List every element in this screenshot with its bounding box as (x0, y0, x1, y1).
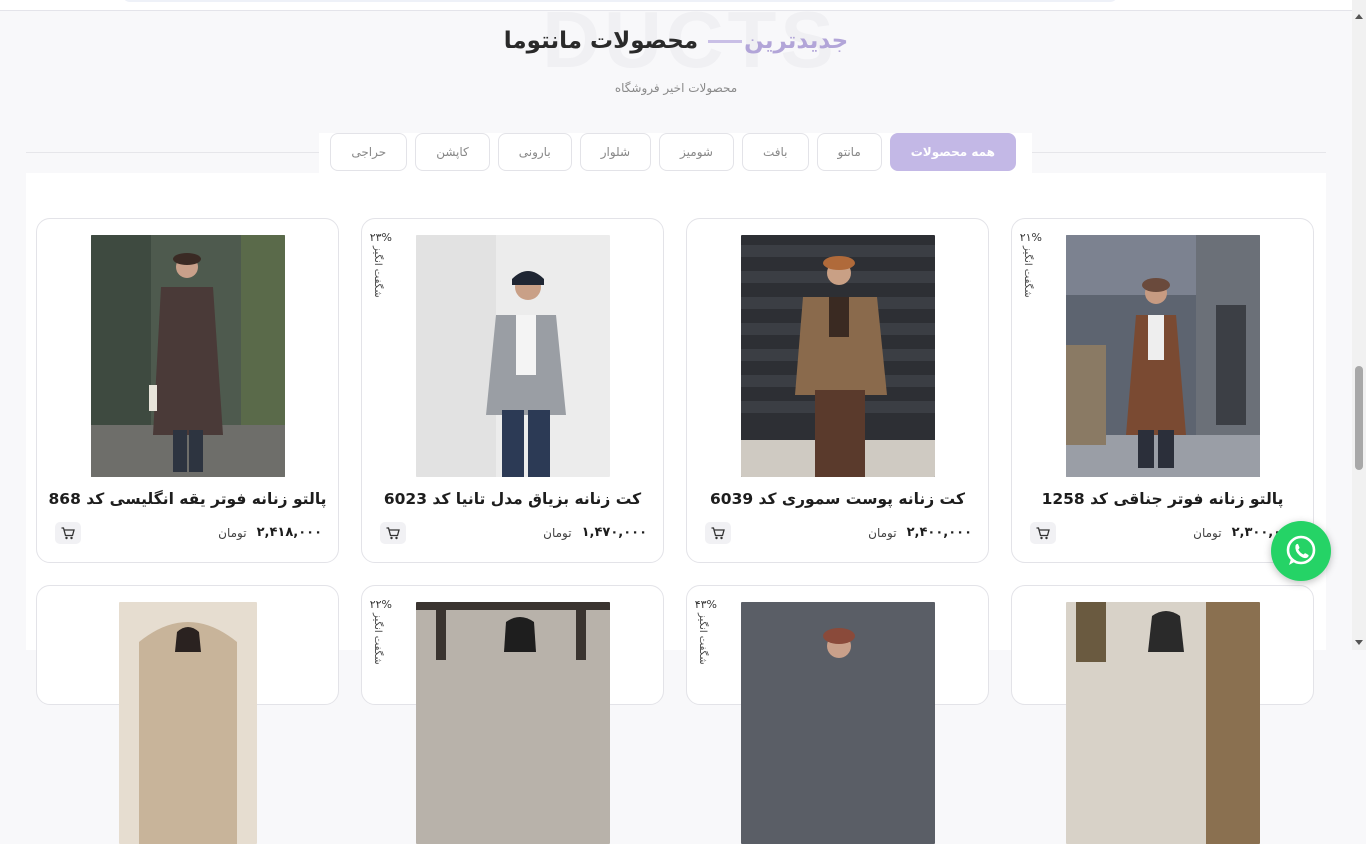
discount-badge: ۴۳% شگفت‌ انگیز (694, 598, 717, 665)
page-scrollbar[interactable] (1352, 0, 1366, 650)
scroll-thumb[interactable] (1355, 366, 1363, 470)
product-title[interactable]: کت زنانه بزیاق مدل تانیا کد 6023 (372, 490, 653, 508)
section-title: جدیدترین محصولات مانتوما (0, 28, 1352, 54)
title-dash (708, 40, 743, 43)
product-card[interactable]: ۲۲% شگفت‌ انگیز (361, 585, 664, 844)
product-price: ۲,۴۰۰,۰۰۰ تومان (868, 525, 972, 540)
product-card[interactable]: ۲۳% شگفت‌ انگیز کت زنانه بزیاق مدل تانیا … (361, 218, 664, 563)
product-image[interactable] (1066, 235, 1260, 477)
tab-knit[interactable]: بافت (741, 133, 809, 171)
tab-all-products[interactable]: همه محصولات (889, 133, 1016, 171)
product-card[interactable] (1011, 585, 1314, 844)
section-title-main: محصولات مانتوما (503, 28, 699, 54)
product-image[interactable] (91, 235, 285, 477)
tab-blouse[interactable]: شومیز (659, 133, 734, 171)
scroll-up-icon[interactable] (1355, 14, 1363, 19)
product-card[interactable]: کت زنانه پوست سموری کد 6039 ۲,۴۰۰,۰۰۰ توم… (686, 218, 989, 563)
tab-jacket[interactable]: کاپشن (415, 133, 490, 171)
product-price: ۲,۴۱۸,۰۰۰ تومان (218, 525, 322, 540)
cart-icon[interactable] (705, 522, 731, 544)
product-price: ۱,۴۷۰,۰۰۰ تومان (543, 525, 647, 540)
discount-badge: ۲۲% شگفت‌ انگیز (369, 598, 392, 665)
category-tabs: همه محصولات مانتو بافت شومیز شلوار بارون… (330, 133, 1016, 171)
whatsapp-button[interactable] (1271, 521, 1331, 581)
product-title[interactable]: پالتو زنانه فوتر یقه انگلیسی کد 868 (47, 490, 328, 508)
product-image[interactable] (741, 602, 935, 844)
section-title-accent: جدیدترین (744, 28, 849, 54)
cart-icon[interactable] (380, 522, 406, 544)
tab-manto[interactable]: مانتو (816, 133, 882, 171)
whatsapp-icon (1286, 535, 1316, 565)
product-title[interactable]: پالتو زنانه فوتر جناقی کد 1258 (1022, 490, 1303, 508)
product-image[interactable] (119, 602, 257, 844)
product-card[interactable] (36, 585, 339, 844)
discount-badge: ۲۱% شگفت‌ انگیز (1019, 231, 1042, 298)
tab-raincoat[interactable]: بارونی (497, 133, 572, 171)
tab-sale[interactable]: حراجی (330, 133, 408, 171)
scroll-down-icon[interactable] (1355, 640, 1363, 645)
product-card[interactable]: ۲۱% شگفت‌ انگیز پالتو زنانه فوتر جناقی کد… (1011, 218, 1314, 563)
cart-icon[interactable] (1030, 522, 1056, 544)
cart-icon[interactable] (55, 522, 81, 544)
product-title[interactable]: کت زنانه پوست سموری کد 6039 (697, 490, 978, 508)
product-image[interactable] (416, 235, 610, 477)
product-image[interactable] (741, 235, 935, 477)
product-card[interactable]: ۴۳% شگفت‌ انگیز (686, 585, 989, 844)
product-image[interactable] (1066, 602, 1260, 844)
product-card[interactable]: پالتو زنانه فوتر یقه انگلیسی کد 868 ۲,۴۱… (36, 218, 339, 563)
tab-pants[interactable]: شلوار (579, 133, 652, 171)
discount-badge: ۲۳% شگفت‌ انگیز (369, 231, 392, 298)
product-image[interactable] (416, 602, 610, 844)
section-subtitle: محصولات اخیر فروشگاه (614, 81, 738, 95)
